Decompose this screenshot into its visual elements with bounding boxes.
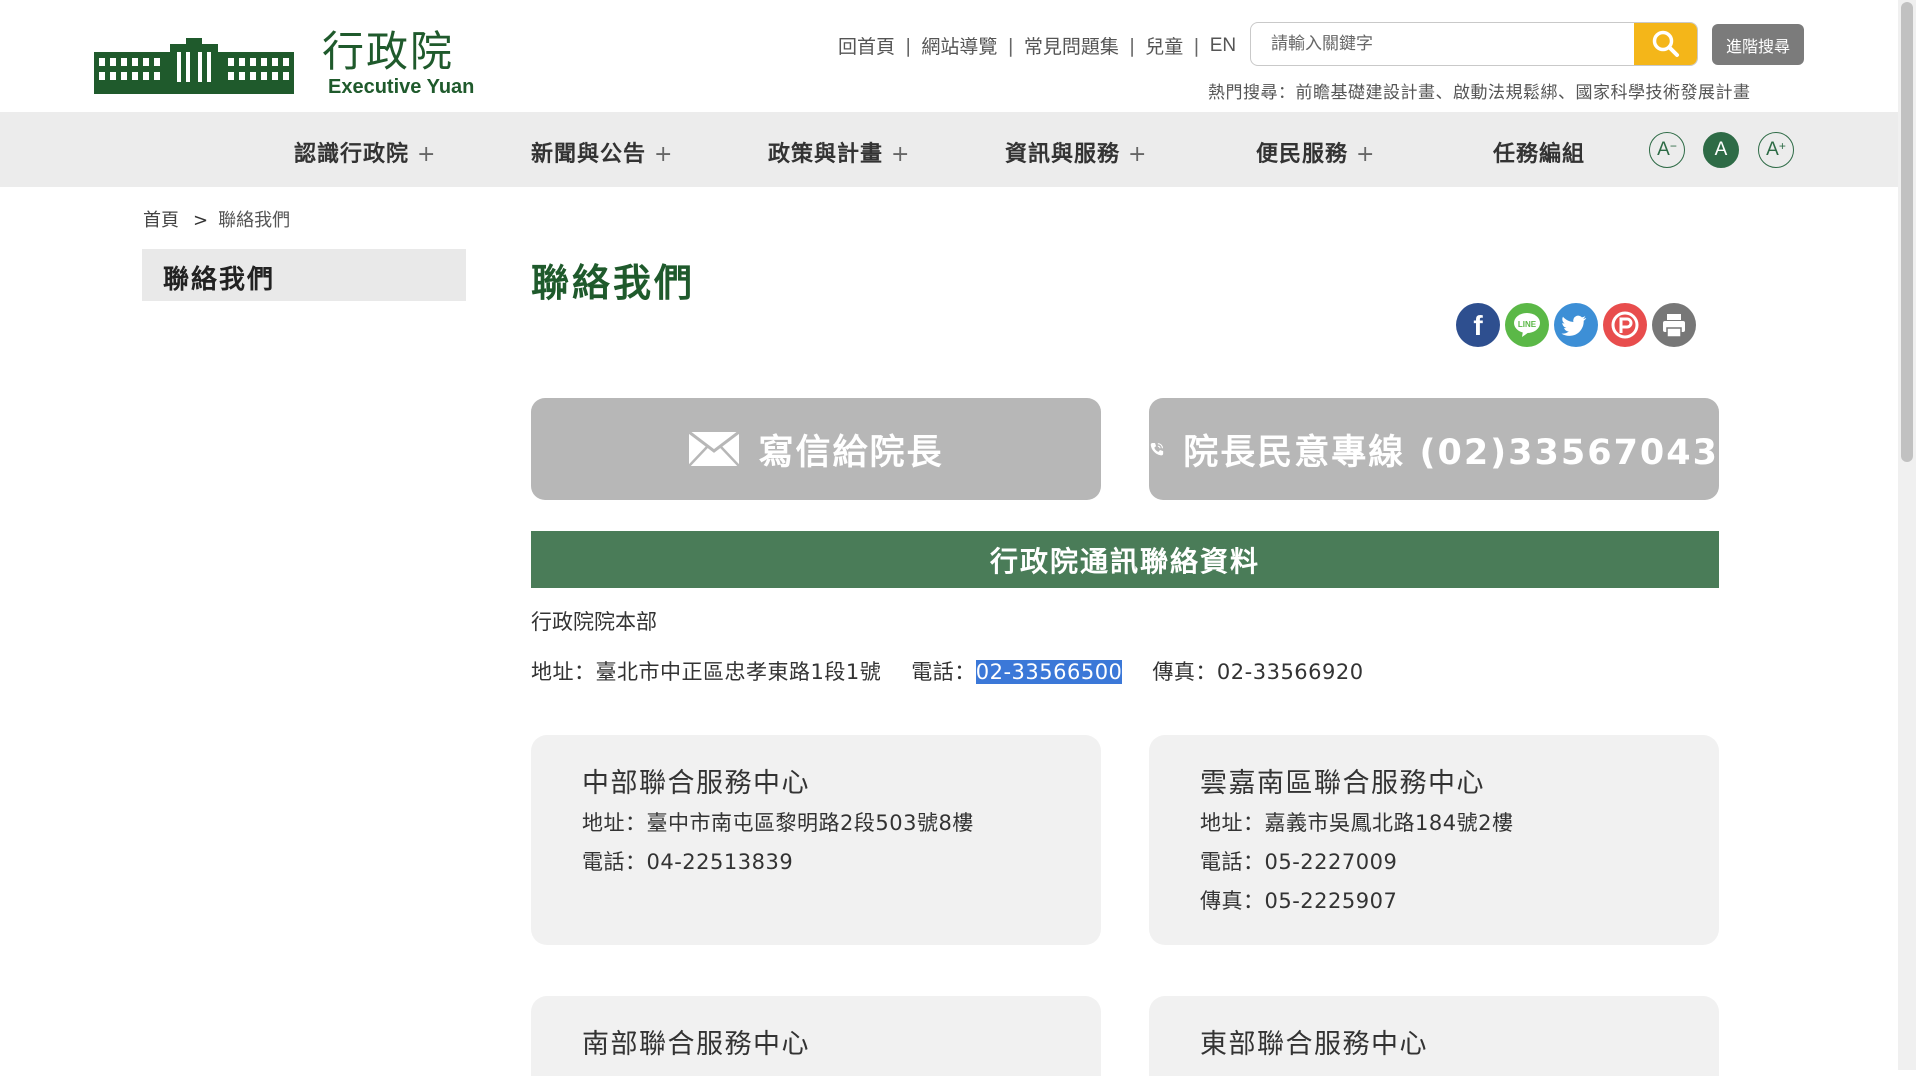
card-phone: 電話：04-22513839 bbox=[582, 850, 794, 874]
section-heading: 行政院通訊聯絡資料 bbox=[531, 531, 1719, 588]
nav-item-services[interactable]: 便民服務 + bbox=[1256, 136, 1375, 168]
advanced-search-button[interactable]: 進階搜尋 bbox=[1712, 24, 1804, 65]
plurk-share-button[interactable] bbox=[1603, 303, 1647, 347]
write-to-premier-label: 寫信給院長 bbox=[758, 432, 944, 473]
top-links: 回首頁 | 網站導覽 | 常見問題集 | 兒童 | EN bbox=[838, 32, 1236, 59]
nav-item-label: 資訊與服務 bbox=[1005, 142, 1121, 167]
hq-phone-value[interactable]: 02-33566500 bbox=[975, 660, 1123, 684]
font-size-small-button[interactable]: A − bbox=[1649, 132, 1685, 168]
breadcrumb-separator: > bbox=[193, 210, 209, 231]
faq-link[interactable]: 常見問題集 bbox=[1024, 32, 1119, 59]
service-center-card: 中部聯合服務中心 地址：臺中市南屯區黎明路2段503號8樓 電話：04-2251… bbox=[531, 735, 1101, 945]
home-link[interactable]: 回首頁 bbox=[838, 32, 895, 59]
print-button[interactable] bbox=[1652, 303, 1696, 347]
line-share-button[interactable]: LINE bbox=[1505, 303, 1549, 347]
line-icon: LINE bbox=[1514, 313, 1540, 337]
nav-item-label: 認識行政院 bbox=[294, 142, 410, 167]
card-fax: 傳真：05-2225907 bbox=[1200, 889, 1398, 913]
separator: | bbox=[1128, 34, 1136, 57]
premier-hotline-button[interactable]: 院長民意專線 (02)33567043 bbox=[1149, 398, 1719, 500]
logo-english-text: Executive Yuan bbox=[328, 76, 475, 98]
nav-item-task-force[interactable]: 任務編組 bbox=[1493, 136, 1585, 168]
hq-contact-line: 地址：臺北市中正區忠孝東路1段1號 電話：02-33566500 傳真：02-335… bbox=[531, 656, 1364, 686]
separator: | bbox=[1007, 34, 1014, 57]
vertical-scrollbar[interactable] bbox=[1898, 0, 1916, 1070]
site-header: 行政院 Executive Yuan 回首頁 | 網站導覽 | 常見問題集 | … bbox=[0, 0, 1898, 112]
breadcrumb: 首頁 > 聯絡我們 bbox=[143, 206, 290, 232]
main-nav: 認識行政院 + 新聞與公告 + 政策與計畫 + 資訊與服務 + 便民服務 + 任務編組 A… bbox=[0, 112, 1898, 187]
plus-icon: + bbox=[654, 142, 674, 167]
nav-item-label: 任務編組 bbox=[1493, 142, 1586, 167]
building-logo-icon bbox=[94, 38, 294, 94]
breadcrumb-current: 聯絡我們 bbox=[218, 210, 291, 231]
site-logo[interactable]: 行政院 Executive Yuan bbox=[94, 30, 474, 100]
hq-address: 地址：臺北市中正區忠孝東路1段1號 bbox=[531, 660, 882, 684]
twitter-icon bbox=[1561, 315, 1587, 336]
facebook-share-button[interactable]: f bbox=[1456, 303, 1500, 347]
nav-item-label: 新聞與公告 bbox=[531, 142, 647, 167]
nav-item-about[interactable]: 認識行政院 + bbox=[294, 136, 436, 168]
hot-search-text[interactable]: 熱門搜尋：前瞻基礎建設計畫、啟動法規鬆綁、國家科學技術發展計畫 bbox=[1208, 78, 1751, 103]
nav-item-info[interactable]: 資訊與服務 + bbox=[1005, 136, 1147, 168]
nav-item-label: 便民服務 bbox=[1256, 142, 1349, 167]
font-size-label: A bbox=[1714, 139, 1728, 160]
font-size-sup: + bbox=[1778, 139, 1786, 153]
font-size-large-button[interactable]: A + bbox=[1758, 132, 1794, 168]
search-input[interactable] bbox=[1251, 23, 1637, 65]
card-address: 地址：臺中市南屯區黎明路2段503號8樓 bbox=[582, 811, 974, 835]
sitemap-link[interactable]: 網站導覽 bbox=[921, 32, 997, 59]
envelope-icon bbox=[688, 431, 741, 467]
nav-item-label: 政策與計畫 bbox=[768, 142, 884, 167]
card-title: 東部聯合服務中心 bbox=[1200, 1029, 1428, 1060]
card-title: 南部聯合服務中心 bbox=[582, 1029, 810, 1060]
logo-chinese-text: 行政院 bbox=[322, 27, 455, 76]
scrollbar-thumb[interactable] bbox=[1901, 2, 1913, 462]
sidebar-item-contact[interactable]: 聯絡我們 bbox=[142, 249, 466, 301]
service-center-card: 東部聯合服務中心 bbox=[1149, 996, 1719, 1076]
hq-phone-label: 電話： bbox=[911, 660, 976, 684]
nav-item-news[interactable]: 新聞與公告 + bbox=[531, 136, 673, 168]
hq-fax: 傳真：02-33566920 bbox=[1152, 660, 1364, 684]
breadcrumb-home[interactable]: 首頁 bbox=[143, 210, 179, 231]
service-center-card: 南部聯合服務中心 bbox=[531, 996, 1101, 1076]
hq-name: 行政院院本部 bbox=[531, 610, 657, 634]
phone-icon bbox=[1150, 442, 1164, 456]
font-size-sup: − bbox=[1669, 139, 1677, 153]
plus-icon: + bbox=[1356, 142, 1376, 167]
service-center-card: 雲嘉南區聯合服務中心 地址：嘉義市吳鳳北路184號2樓 電話：05-222700… bbox=[1149, 735, 1719, 945]
sidebar-item-label: 聯絡我們 bbox=[163, 265, 276, 295]
plus-icon: + bbox=[1128, 142, 1148, 167]
plus-icon: + bbox=[891, 142, 911, 167]
share-bar: f LINE bbox=[1456, 303, 1696, 347]
plurk-icon bbox=[1611, 311, 1639, 339]
twitter-share-button[interactable] bbox=[1554, 303, 1598, 347]
svg-text:f: f bbox=[1473, 310, 1483, 341]
card-title: 雲嘉南區聯合服務中心 bbox=[1200, 768, 1485, 799]
print-icon bbox=[1663, 314, 1685, 338]
font-size-label: A bbox=[1657, 139, 1670, 160]
english-link[interactable]: EN bbox=[1210, 35, 1236, 57]
card-title: 中部聯合服務中心 bbox=[582, 768, 810, 799]
search-icon bbox=[1652, 30, 1679, 57]
page-title: 聯絡我們 bbox=[531, 261, 696, 305]
premier-hotline-label: 院長民意專線 (02)33567043 bbox=[1183, 432, 1719, 473]
font-size-medium-button[interactable]: A bbox=[1703, 132, 1739, 168]
svg-text:LINE: LINE bbox=[1518, 320, 1537, 329]
facebook-icon: f bbox=[1473, 310, 1483, 341]
search-box bbox=[1250, 22, 1698, 66]
separator: | bbox=[905, 34, 912, 57]
card-address: 地址：嘉義市吳鳳北路184號2樓 bbox=[1200, 811, 1514, 835]
font-size-label: A bbox=[1766, 139, 1779, 160]
search-button[interactable] bbox=[1634, 23, 1697, 65]
write-to-premier-button[interactable]: 寫信給院長 bbox=[531, 398, 1101, 500]
separator: | bbox=[1193, 34, 1200, 57]
plus-icon: + bbox=[417, 142, 437, 167]
nav-item-policy[interactable]: 政策與計畫 + bbox=[768, 136, 910, 168]
kids-link[interactable]: 兒童 bbox=[1145, 32, 1183, 59]
card-phone: 電話：05-2227009 bbox=[1200, 850, 1398, 874]
